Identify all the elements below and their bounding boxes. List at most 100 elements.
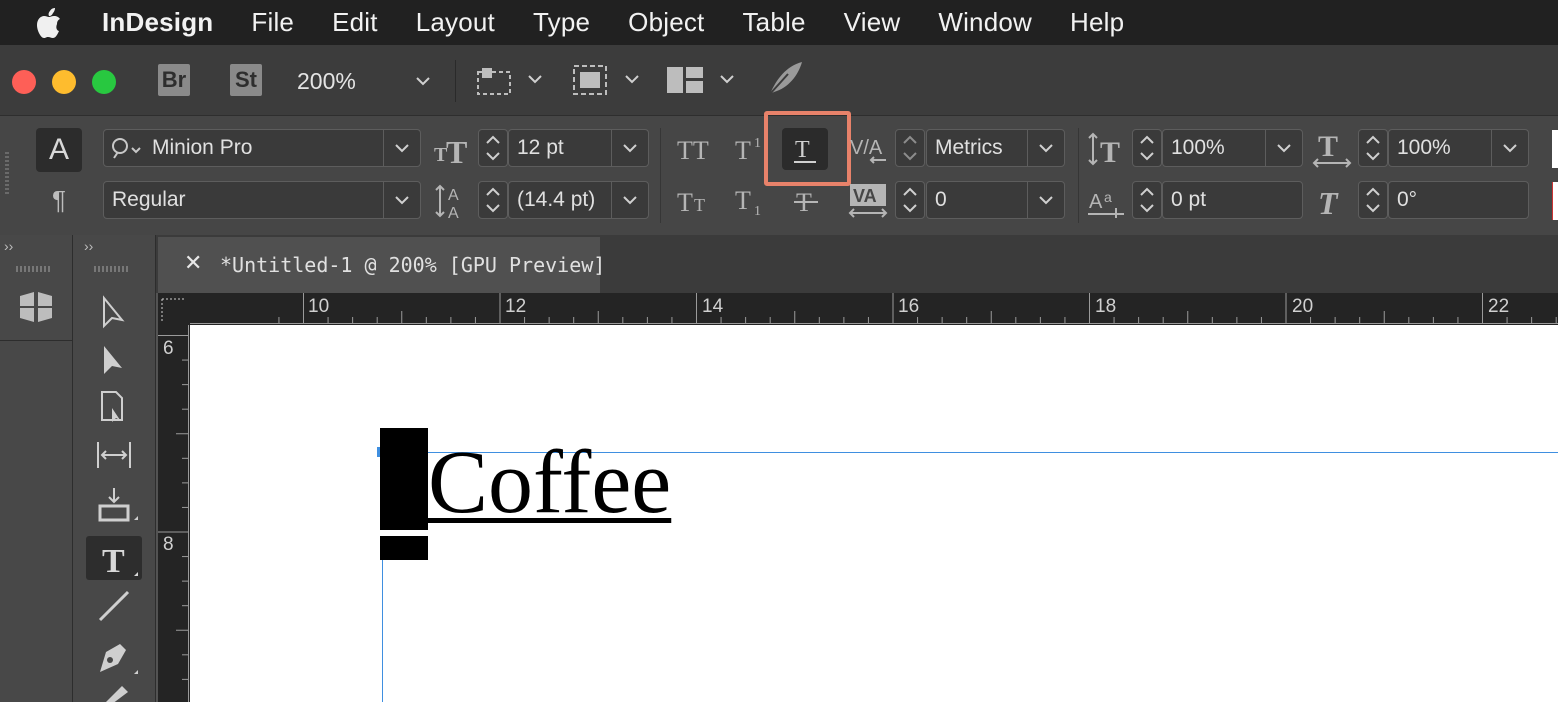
bridge-button[interactable]: Br (158, 64, 190, 96)
svg-text:TT: TT (677, 136, 709, 165)
panel-grip[interactable] (5, 152, 9, 196)
gap-tool-icon[interactable] (94, 438, 134, 474)
ruler-label: 14 (702, 296, 724, 317)
menu-type[interactable]: Type (533, 7, 590, 38)
pages-panel-icon[interactable] (16, 288, 56, 328)
skew-stepper[interactable] (1358, 181, 1388, 219)
chevron-down-icon[interactable] (611, 130, 648, 166)
document-tab-title: *Untitled-1 @ 200% [GPU Preview] (220, 253, 606, 277)
baseline-shift-stepper[interactable] (1132, 181, 1162, 219)
expand-tools-icon[interactable]: ›› (84, 238, 93, 254)
svg-text:T: T (735, 136, 751, 165)
tracking-field[interactable]: 0 (926, 181, 1065, 219)
chevron-down-icon[interactable] (383, 182, 420, 218)
ruler-label: 22 (1488, 296, 1510, 317)
font-style-field[interactable]: Regular (103, 181, 421, 219)
panel-grip[interactable] (94, 266, 130, 272)
svg-text:T: T (102, 543, 125, 580)
font-family-value: Minion Pro (152, 136, 253, 159)
apple-icon[interactable] (36, 7, 62, 38)
vertical-ruler[interactable] (158, 325, 190, 702)
subscript-button[interactable]: T1 (732, 182, 772, 220)
zoom-level[interactable]: 200% (297, 68, 356, 95)
character-formatting-button[interactable]: A (36, 128, 82, 172)
chevron-down-icon[interactable] (1491, 130, 1528, 166)
baseline-shift-field[interactable]: 0 pt (1162, 181, 1303, 219)
leading-field[interactable]: (14.4 pt) (508, 181, 649, 219)
kerning-field[interactable]: Metrics (926, 129, 1065, 167)
minimize-window-button[interactable] (52, 70, 76, 94)
menu-view[interactable]: View (844, 7, 901, 38)
pen-tool-icon[interactable] (94, 636, 138, 676)
page-tool-icon[interactable] (98, 390, 132, 426)
horizontal-ruler[interactable] (158, 293, 1558, 325)
menu-help[interactable]: Help (1070, 7, 1124, 38)
baseline-shift-value: 0 pt (1171, 188, 1207, 211)
selection-tool-icon[interactable] (98, 294, 132, 332)
ruler-label: 10 (308, 296, 330, 317)
leading-stepper[interactable] (478, 181, 508, 219)
view-options-icon[interactable] (474, 64, 514, 96)
svg-text:VA: VA (853, 186, 877, 206)
svg-text:T: T (795, 137, 810, 163)
fill-swatch[interactable] (1552, 130, 1558, 168)
vertical-scale-field[interactable]: 100% (1162, 129, 1303, 167)
tracking-stepper[interactable] (895, 181, 925, 219)
vertical-scale-value: 100% (1171, 136, 1225, 159)
menu-file[interactable]: File (251, 7, 294, 38)
document-text[interactable]: Coffee (428, 438, 671, 528)
menu-object[interactable]: Object (628, 7, 704, 38)
chevron-down-icon[interactable] (416, 76, 430, 86)
content-collector-tool-icon[interactable] (96, 486, 140, 526)
ruler-label: 16 (898, 296, 920, 317)
chevron-down-icon[interactable] (528, 74, 542, 84)
baseline-shift-icon: Aa (1086, 182, 1126, 220)
zoom-window-button[interactable] (92, 70, 116, 94)
panel-grip[interactable] (16, 266, 52, 272)
chevron-down-icon[interactable] (720, 74, 734, 84)
small-caps-button[interactable]: TT (674, 182, 720, 220)
direct-selection-tool-icon[interactable] (98, 342, 132, 380)
stock-button[interactable]: St (230, 64, 262, 96)
screen-mode-icon[interactable] (572, 64, 608, 96)
tracking-icon: VA (848, 182, 888, 220)
all-caps-button[interactable]: TT (674, 130, 720, 168)
arrange-documents-icon[interactable] (666, 66, 704, 94)
menu-table[interactable]: Table (742, 7, 805, 38)
ruler-label: 12 (505, 296, 527, 317)
stroke-swatch[interactable] (1552, 182, 1558, 220)
chevron-down-icon[interactable] (625, 74, 639, 84)
chevron-down-icon[interactable] (1027, 130, 1064, 166)
font-family-field[interactable]: Minion Pro (103, 129, 421, 167)
menu-app-name[interactable]: InDesign (102, 7, 213, 38)
horizontal-scale-stepper[interactable] (1358, 129, 1388, 167)
skew-field[interactable]: 0° (1388, 181, 1529, 219)
vertical-scale-stepper[interactable] (1132, 129, 1162, 167)
leading-icon: AA (432, 182, 472, 220)
chevron-down-icon[interactable] (383, 130, 420, 166)
menu-edit[interactable]: Edit (332, 7, 378, 38)
chevron-down-icon[interactable] (1027, 182, 1064, 218)
horizontal-scale-field[interactable]: 100% (1388, 129, 1529, 167)
close-window-button[interactable] (12, 70, 36, 94)
kerning-value: Metrics (935, 136, 1003, 159)
menu-window[interactable]: Window (938, 7, 1032, 38)
paragraph-formatting-button[interactable]: ¶ (36, 180, 82, 220)
chevron-down-icon[interactable] (611, 182, 648, 218)
close-tab-icon[interactable]: ✕ (184, 250, 202, 276)
publish-online-icon[interactable] (766, 60, 804, 96)
kerning-stepper[interactable] (895, 129, 925, 167)
chevron-down-icon[interactable] (1265, 130, 1302, 166)
expand-panels-icon[interactable]: ›› (4, 238, 13, 254)
menu-layout[interactable]: Layout (416, 7, 495, 38)
svg-text:V/A: V/A (850, 137, 883, 159)
font-size-field[interactable]: 12 pt (508, 129, 649, 167)
vertical-scale-icon: T (1086, 130, 1126, 168)
font-size-stepper[interactable] (478, 129, 508, 167)
underline-button[interactable]: T (782, 128, 828, 170)
pencil-tool-icon[interactable] (100, 684, 136, 702)
divider (1078, 128, 1079, 223)
strikethrough-button[interactable]: T (786, 182, 826, 220)
type-tool-button[interactable]: T (86, 536, 142, 580)
line-tool-icon[interactable] (96, 588, 136, 624)
